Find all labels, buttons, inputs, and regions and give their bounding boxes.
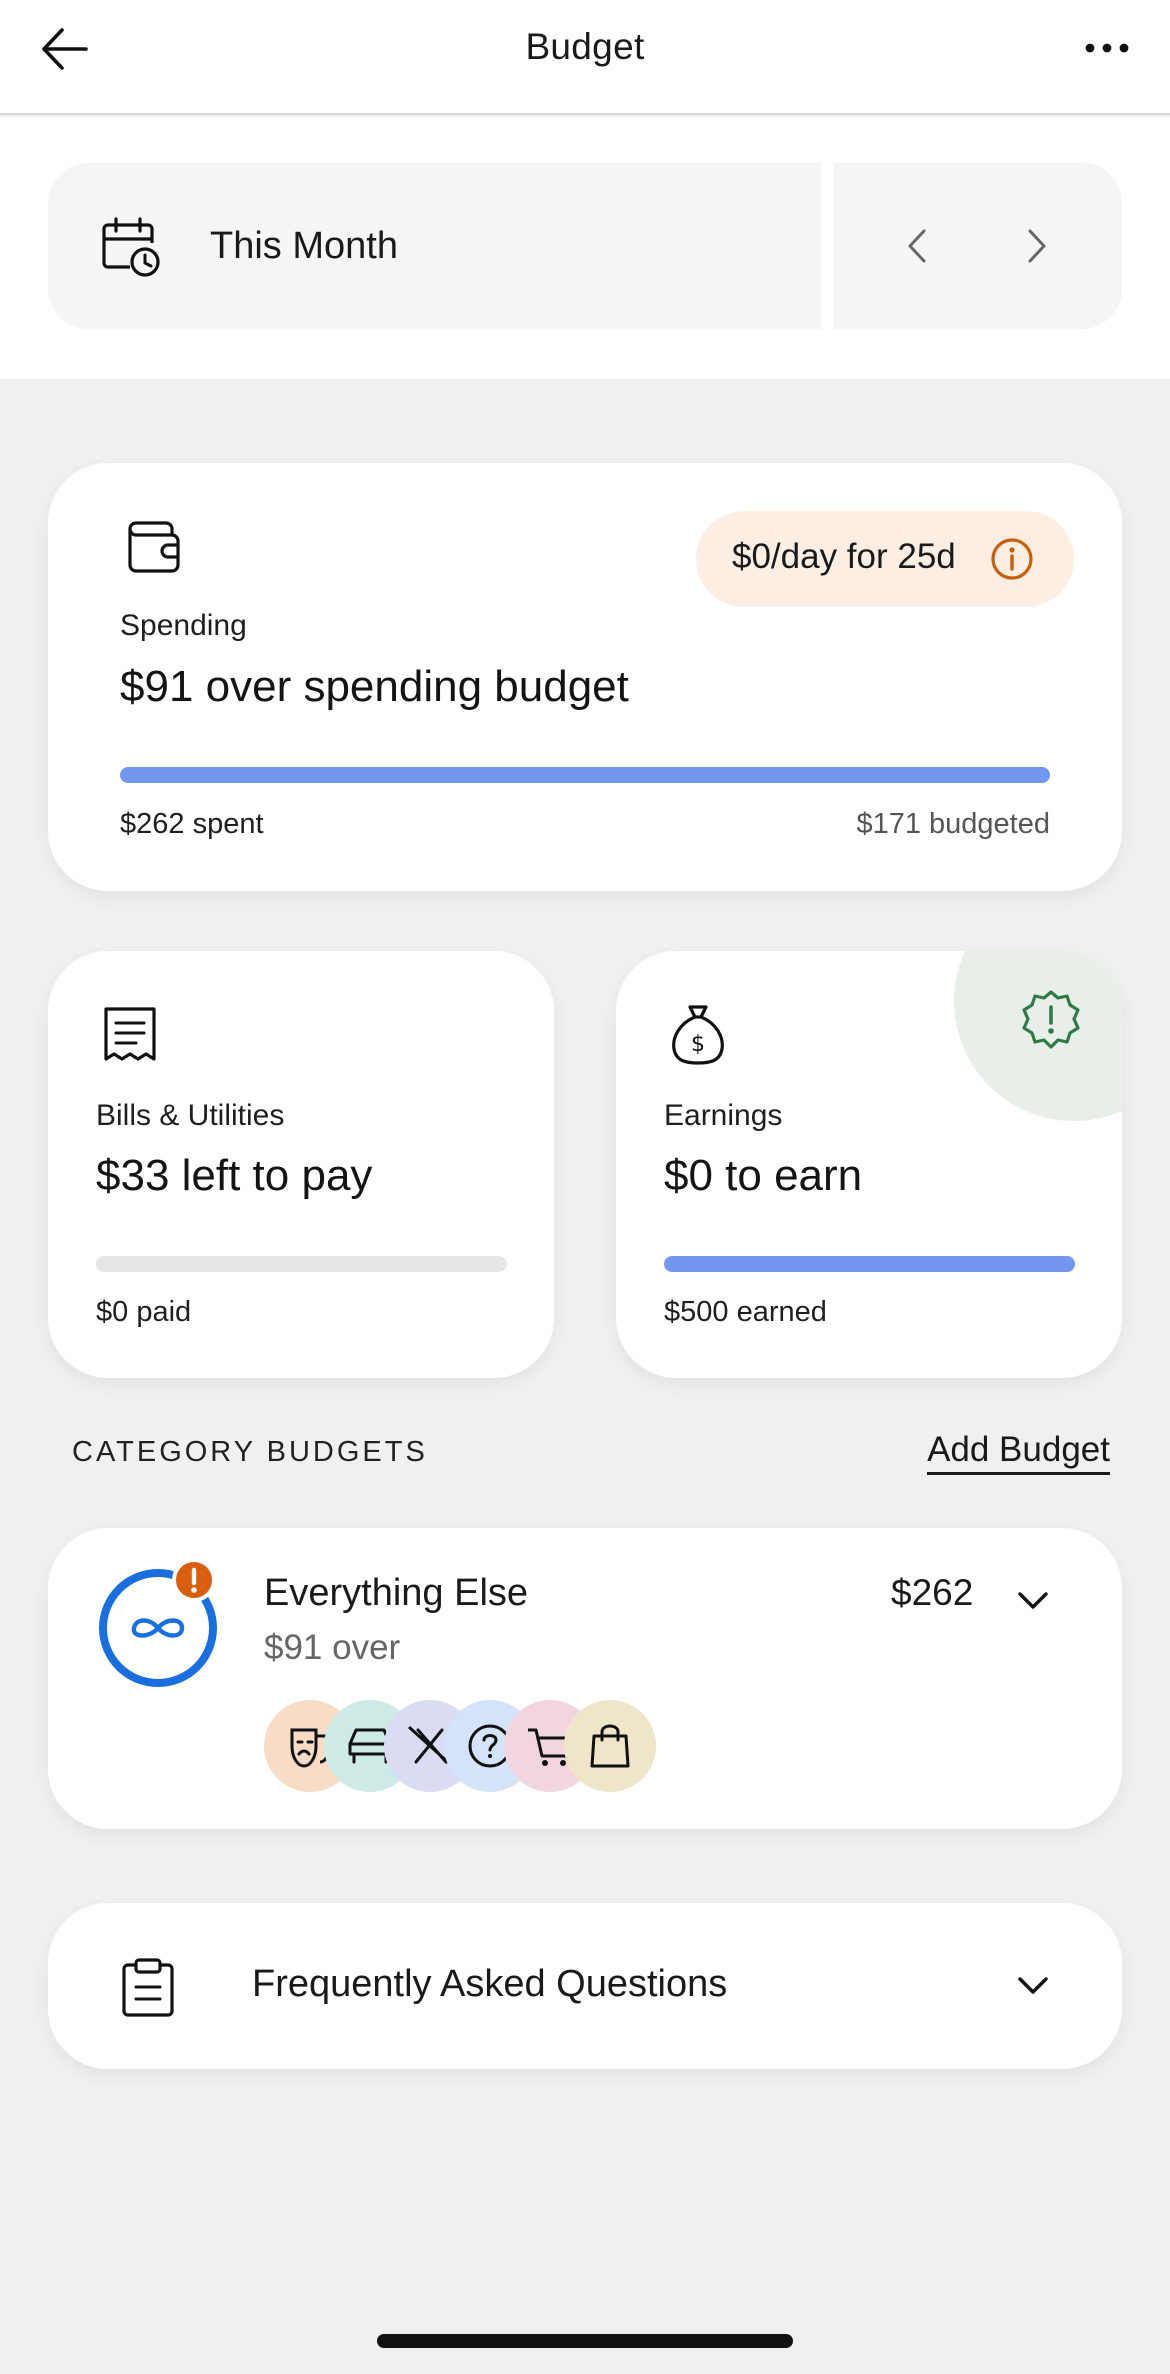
category-amount: $262 bbox=[891, 1572, 974, 1613]
wallet-icon bbox=[128, 521, 180, 573]
period-label: This Month bbox=[210, 225, 398, 267]
add-budget-link[interactable]: Add Budget bbox=[927, 1430, 1110, 1475]
shopping-bag-icon bbox=[564, 1700, 656, 1792]
bills-progress-track bbox=[96, 1256, 507, 1272]
chevron-down-icon[interactable] bbox=[1016, 1975, 1050, 1997]
spending-label: Spending bbox=[120, 609, 247, 642]
top-bar: Budget bbox=[0, 0, 1170, 115]
spending-card[interactable]: $0/day for 25d Spending $91 over spendin… bbox=[48, 463, 1122, 891]
bills-label: Bills & Utilities bbox=[96, 1099, 285, 1132]
period-navigation bbox=[834, 163, 1122, 329]
bills-paid: $0 paid bbox=[96, 1296, 192, 1328]
earnings-progress-fill bbox=[664, 1256, 1075, 1272]
alert-badge-icon[interactable] bbox=[1020, 989, 1082, 1051]
bills-headline: $33 left to pay bbox=[96, 1151, 373, 1200]
earnings-label: Earnings bbox=[664, 1099, 783, 1132]
earnings-card[interactable]: $ Earnings $0 to earn $500 earned bbox=[616, 951, 1122, 1378]
category-status: $91 over bbox=[264, 1628, 401, 1667]
home-indicator bbox=[377, 2334, 793, 2348]
chevron-down-icon[interactable] bbox=[1016, 1590, 1050, 1612]
category-icons-row bbox=[264, 1700, 664, 1792]
period-button[interactable]: This Month bbox=[48, 163, 821, 329]
daily-allowance-text: $0/day for 25d bbox=[732, 537, 956, 576]
money-bag-icon: $ bbox=[672, 1005, 724, 1065]
everything-else-ring-icon bbox=[99, 1558, 217, 1687]
earnings-earned: $500 earned bbox=[664, 1296, 827, 1328]
faq-card[interactable]: Frequently Asked Questions bbox=[48, 1903, 1122, 2069]
chevron-left-icon[interactable] bbox=[904, 227, 930, 265]
daily-allowance-pill[interactable]: $0/day for 25d bbox=[696, 511, 1074, 607]
spending-progress-fill bbox=[120, 767, 1050, 783]
spent-amount: $262 spent bbox=[120, 808, 264, 840]
receipt-icon bbox=[104, 1007, 156, 1061]
budgeted-amount: $171 budgeted bbox=[856, 808, 1050, 840]
category-name: Everything Else bbox=[264, 1572, 529, 1614]
spending-headline: $91 over spending budget bbox=[120, 662, 629, 711]
more-horizontal-icon[interactable] bbox=[1084, 36, 1130, 60]
svg-text:$: $ bbox=[691, 1032, 705, 1057]
clipboard-icon bbox=[122, 1958, 174, 2017]
faq-label: Frequently Asked Questions bbox=[252, 1963, 728, 2005]
page-title: Budget bbox=[525, 26, 645, 67]
category-budgets-heading: CATEGORY BUDGETS bbox=[72, 1436, 428, 1468]
info-icon[interactable] bbox=[990, 537, 1034, 581]
calendar-clock-icon bbox=[102, 217, 160, 277]
category-budget-card[interactable]: Everything Else $91 over $262 bbox=[48, 1528, 1122, 1829]
chevron-right-icon[interactable] bbox=[1024, 227, 1050, 265]
bills-card[interactable]: Bills & Utilities $33 left to pay $0 pai… bbox=[48, 951, 554, 1378]
period-selector: This Month bbox=[0, 117, 1170, 379]
earnings-headline: $0 to earn bbox=[664, 1151, 863, 1200]
